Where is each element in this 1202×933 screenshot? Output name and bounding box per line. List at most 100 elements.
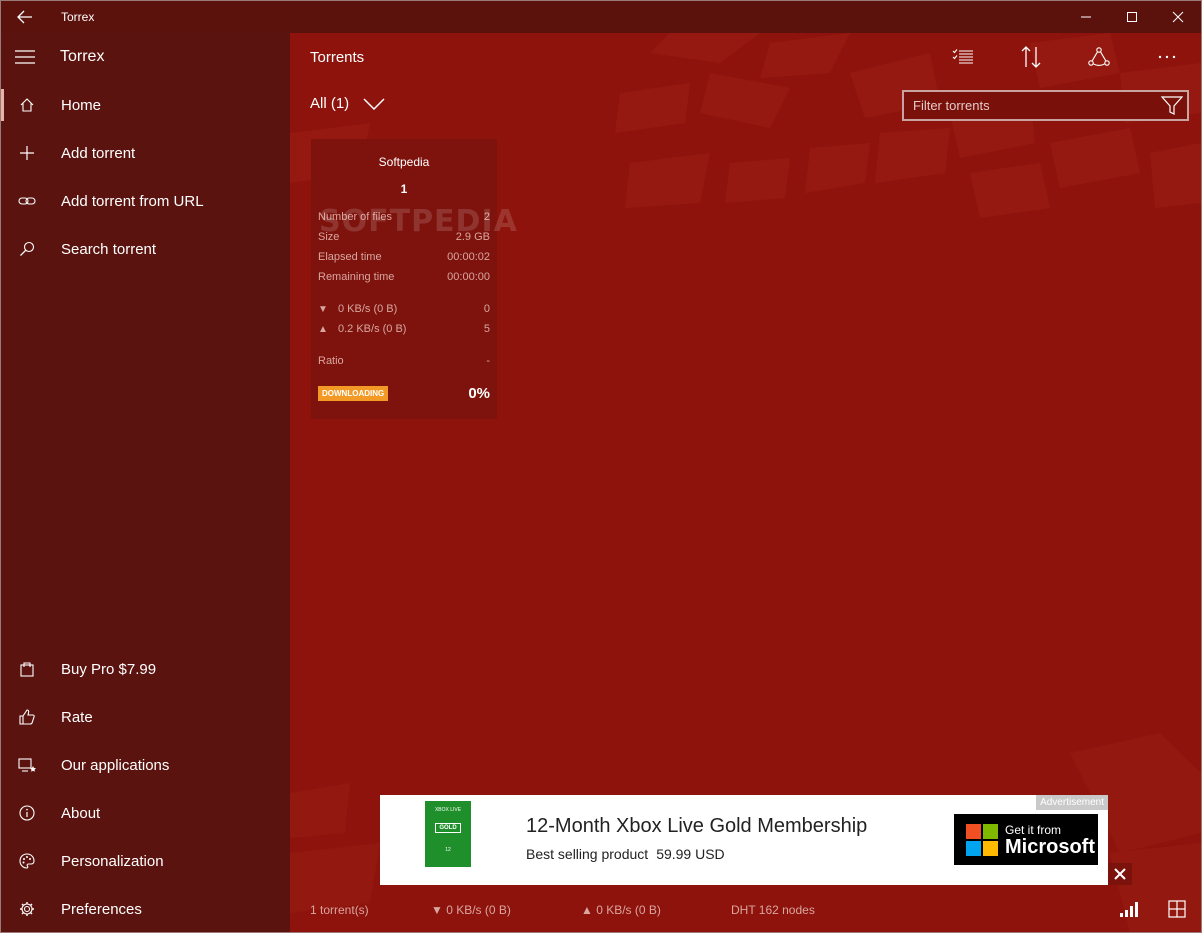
- ratio-label: Ratio: [318, 355, 344, 367]
- close-icon: [1114, 868, 1126, 880]
- store-badge-text: Get it from Microsoft: [1005, 823, 1095, 857]
- sidebar: Torrex Home Add torrent Add torrent from…: [1, 33, 290, 932]
- sidebar-item-rate[interactable]: Rate: [1, 693, 290, 741]
- ad-headline: 12-Month Xbox Live Gold Membership: [526, 815, 868, 837]
- download-speed-row: ▼ 0 KB/s (0 B) 0: [318, 299, 490, 319]
- download-arrow-icon: ▼: [318, 303, 328, 315]
- stat-label: Remaining time: [318, 271, 395, 283]
- app-name: Torrex: [60, 48, 105, 65]
- upload-speed: 0.2 KB/s (0 B): [338, 323, 407, 335]
- stat-value: 00:00:00: [447, 271, 490, 283]
- sidebar-item-label: Buy Pro $7.99: [61, 660, 157, 678]
- store-badge-big: Microsoft: [1005, 835, 1095, 858]
- sidebar-item-search-torrent[interactable]: Search torrent: [1, 225, 290, 273]
- select-list-button[interactable]: [929, 33, 997, 81]
- ad-subtitle-text: Best selling product: [526, 846, 649, 862]
- sidebar-item-label: Home: [61, 96, 102, 114]
- upload-peers: 5: [483, 323, 490, 335]
- sidebar-item-personalization[interactable]: Personalization: [1, 837, 290, 885]
- window-controls: [1063, 1, 1201, 33]
- sidebar-item-label: Our applications: [61, 756, 170, 774]
- palette-icon: [1, 837, 53, 885]
- sort-icon: [1021, 46, 1041, 68]
- ad-subtitle: Best selling product 59.99 USD: [526, 846, 725, 862]
- sidebar-item-label: Preferences: [61, 900, 142, 918]
- get-it-from-microsoft-button[interactable]: Get it from Microsoft: [954, 814, 1098, 865]
- hamburger-icon: [15, 50, 35, 64]
- share-icon: [1088, 47, 1110, 66]
- download-peers: 0: [483, 303, 490, 315]
- status-upload-speed: ▲ 0 KB/s (0 B): [581, 903, 661, 917]
- more-options-button[interactable]: [1133, 33, 1201, 81]
- ratio-value: -: [486, 355, 490, 367]
- search-icon: [1, 225, 53, 273]
- share-button[interactable]: [1065, 33, 1133, 81]
- maximize-button[interactable]: [1109, 1, 1155, 33]
- connection-signal-button[interactable]: [1105, 893, 1153, 925]
- stat-label: Elapsed time: [318, 251, 382, 263]
- grid-view-icon: [1168, 900, 1186, 918]
- sidebar-item-label: Add torrent from URL: [61, 192, 204, 210]
- hamburger-button[interactable]: [1, 33, 49, 81]
- gear-icon: [1, 885, 53, 932]
- sidebar-header: Torrex: [1, 33, 290, 81]
- filter-torrents-input[interactable]: [904, 98, 1157, 113]
- info-icon: [1, 789, 53, 837]
- torrent-card[interactable]: Softpedia 1 Number of files 2 Size 2.9 G…: [311, 139, 497, 419]
- sidebar-item-add-torrent[interactable]: Add torrent: [1, 129, 290, 177]
- sidebar-item-about[interactable]: About: [1, 789, 290, 837]
- stat-value: 00:00:02: [447, 251, 490, 263]
- advertisement-banner[interactable]: Advertisement XBOX LIVE GOLD 12 12-Month…: [380, 795, 1108, 885]
- status-download-speed: ▼ 0 KB/s (0 B): [431, 903, 511, 917]
- view-grid-button[interactable]: [1153, 893, 1201, 925]
- back-button[interactable]: [1, 1, 49, 33]
- thumbs-up-icon: [1, 693, 53, 741]
- filter-icon[interactable]: [1157, 95, 1187, 116]
- app-window: Torrex Torrex Home Add torrent Add torre…: [0, 0, 1202, 933]
- applications-icon: [1, 741, 53, 789]
- sidebar-item-preferences[interactable]: Preferences: [1, 885, 290, 932]
- product-image: XBOX LIVE GOLD 12: [425, 801, 471, 867]
- progress-percent: 0%: [468, 385, 490, 402]
- sidebar-item-label: Personalization: [61, 852, 164, 870]
- sidebar-item-our-applications[interactable]: Our applications: [1, 741, 290, 789]
- sidebar-item-label: Add torrent: [61, 144, 136, 162]
- close-icon: [1172, 11, 1184, 23]
- watermark: SOFTPEDIA: [319, 204, 518, 239]
- category-label: All (1): [310, 95, 350, 112]
- torrent-name: Softpedia: [378, 155, 430, 169]
- sidebar-item-label: Search torrent: [61, 240, 157, 258]
- window-title: Torrex: [61, 10, 95, 24]
- sidebar-item-label: About: [61, 804, 101, 822]
- upload-arrow-icon: ▲: [318, 323, 328, 335]
- torrent-index: 1: [400, 182, 408, 196]
- page-title: Torrents: [310, 49, 365, 66]
- toolbar: [929, 33, 1201, 81]
- download-speed: 0 KB/s (0 B): [338, 303, 398, 315]
- store-badge-small: Get it from: [1005, 822, 1062, 837]
- category-dropdown[interactable]: All (1): [310, 95, 385, 112]
- sidebar-item-add-torrent-url[interactable]: Add torrent from URL: [1, 177, 290, 225]
- filter-torrents-box: [902, 90, 1189, 121]
- sidebar-item-home[interactable]: Home: [1, 81, 290, 129]
- upload-speed-row: ▲ 0.2 KB/s (0 B) 5: [318, 319, 490, 339]
- chevron-down-icon: [363, 97, 385, 110]
- sort-button[interactable]: [997, 33, 1065, 81]
- sidebar-item-buy-pro[interactable]: Buy Pro $7.99: [1, 645, 290, 693]
- signal-bars-icon: [1120, 902, 1138, 917]
- checklist-icon: [952, 49, 973, 64]
- sidebar-bottom: Buy Pro $7.99 Rate Our applications Abou…: [1, 645, 290, 932]
- torrent-status: DOWNLOADING 0%: [318, 385, 490, 402]
- product-months: 12: [445, 847, 451, 853]
- status-torrent-count: 1 torrent(s): [310, 903, 369, 917]
- product-tier: GOLD: [435, 823, 461, 833]
- more-icon: [1158, 55, 1176, 59]
- minimize-button[interactable]: [1063, 1, 1109, 33]
- status-bar-actions: [1105, 893, 1201, 925]
- ad-close-button[interactable]: [1108, 863, 1132, 885]
- close-button[interactable]: [1155, 1, 1201, 33]
- ratio-row: Ratio -: [318, 351, 490, 371]
- back-arrow-icon: [17, 10, 32, 24]
- status-badge: DOWNLOADING: [318, 386, 389, 401]
- main-content: Torrents All (1) Filter torrents Softped…: [290, 33, 1201, 932]
